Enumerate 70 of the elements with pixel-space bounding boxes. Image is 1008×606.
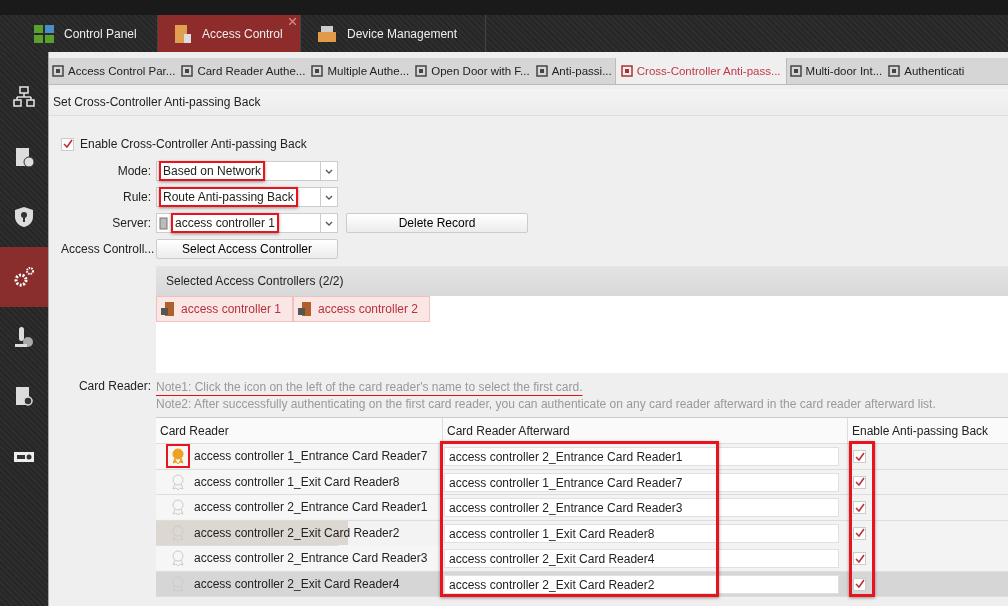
page-icon	[52, 65, 64, 77]
chevron-down-icon	[325, 168, 333, 174]
door-icon	[298, 302, 312, 316]
shield-icon	[13, 206, 35, 228]
sub-tab[interactable]: Authenticati	[885, 58, 968, 84]
document-search-icon	[13, 386, 35, 408]
dropdown[interactable]: Based on Network	[156, 161, 338, 181]
card-reader-name: access controller 1_Entrance Card Reader7	[194, 449, 428, 463]
note-text: Note1: Click the icon on the left of the card reader's name to select the first card.	[156, 379, 584, 396]
device-icon	[317, 24, 337, 43]
field-label: Rule:	[122, 190, 151, 204]
door-icon	[174, 23, 192, 44]
panel-header: Selected Access Controllers (2/2)	[156, 266, 1008, 296]
checkbox[interactable]	[853, 501, 866, 515]
note-text: Note2: After successfully authenticating on the first card reader, you can authenticate on any card reader afterward in the card reader afterward list.	[156, 396, 936, 413]
select-controller-button[interactable]: Select Access Controller	[156, 239, 338, 259]
sub-tab[interactable]: Card Reader Authe...	[178, 58, 309, 84]
section-title: Set Cross-Controller Anti-passing Back	[49, 89, 1008, 116]
field-label: Server:	[111, 216, 151, 230]
checkbox[interactable]	[853, 450, 866, 464]
sub-tab[interactable]: Multi-door Int...	[786, 58, 886, 84]
card-reader-name: access controller 2_Exit Card Reader4	[194, 576, 400, 591]
checkbox[interactable]	[853, 526, 866, 540]
delete-record-button[interactable]: Delete Record	[346, 213, 528, 233]
device-icon	[159, 216, 168, 230]
camera-icon	[13, 326, 35, 348]
gears-icon	[13, 266, 35, 288]
module-tab[interactable]: Access Control	[158, 15, 301, 52]
checkbox-label: Enable Cross-Controller Anti-passing Back	[80, 137, 307, 151]
page-icon	[181, 65, 194, 77]
input-field[interactable]: access controller 2_Entrance Card Reader3	[444, 498, 839, 518]
dropdown[interactable]: Route Anti-passing Back	[156, 187, 338, 207]
input-field[interactable]: access controller 1_Exit Card Reader8	[444, 523, 839, 543]
checkbox[interactable]	[61, 137, 74, 151]
field-label: Mode:	[116, 164, 151, 178]
column-header: Card Reader	[156, 418, 442, 444]
card-reader-name: access controller 2_Exit Card Reader2	[194, 525, 400, 540]
clipboard-icon	[13, 146, 35, 168]
card-reader-name: access controller 2_Entrance Card Reader3	[194, 551, 428, 565]
checkbox[interactable]	[853, 475, 866, 489]
page-icon	[415, 65, 428, 77]
sub-tab[interactable]: Access Control Par...	[49, 58, 179, 84]
controller-chip[interactable]: access controller 1	[156, 296, 293, 322]
grid-icon	[34, 24, 54, 43]
page-icon	[311, 65, 324, 77]
door-icon	[161, 302, 175, 316]
page-icon	[620, 65, 633, 77]
page-icon	[888, 65, 901, 77]
input-field[interactable]: access controller 1_Entrance Card Reader7	[444, 472, 839, 492]
input-field[interactable]: access controller 2_Entrance Card Reader1	[444, 447, 839, 467]
sub-tab[interactable]: Cross-Controller Anti-pass...	[614, 58, 787, 84]
chevron-down-icon	[325, 220, 333, 226]
card-reader-name: access controller 2_Entrance Card Reader1	[194, 500, 428, 514]
module-tab[interactable]: Device Management	[301, 15, 486, 52]
card-reader-name: access controller 1_Exit Card Reader8	[194, 474, 400, 489]
field-label: Card Reader:	[77, 379, 151, 395]
sub-tab[interactable]: Anti-passi...	[532, 58, 615, 84]
chevron-down-icon	[325, 194, 333, 200]
input-field[interactable]: access controller 2_Exit Card Reader4	[444, 549, 839, 569]
column-header: Card Reader Afterward	[442, 418, 847, 444]
controller-chip[interactable]: access controller 2	[293, 296, 430, 322]
sub-tab[interactable]: Open Door with F...	[412, 58, 533, 84]
checkbox[interactable]	[853, 552, 866, 566]
column-header: Enable Anti-passing Back	[847, 418, 1008, 444]
page-icon	[535, 65, 548, 77]
sub-tab[interactable]: Multiple Authe...	[308, 58, 413, 84]
dropdown[interactable]: access controller 1	[156, 213, 338, 233]
page-icon	[789, 65, 802, 77]
close-icon[interactable]	[289, 18, 296, 25]
network-icon	[13, 86, 35, 108]
